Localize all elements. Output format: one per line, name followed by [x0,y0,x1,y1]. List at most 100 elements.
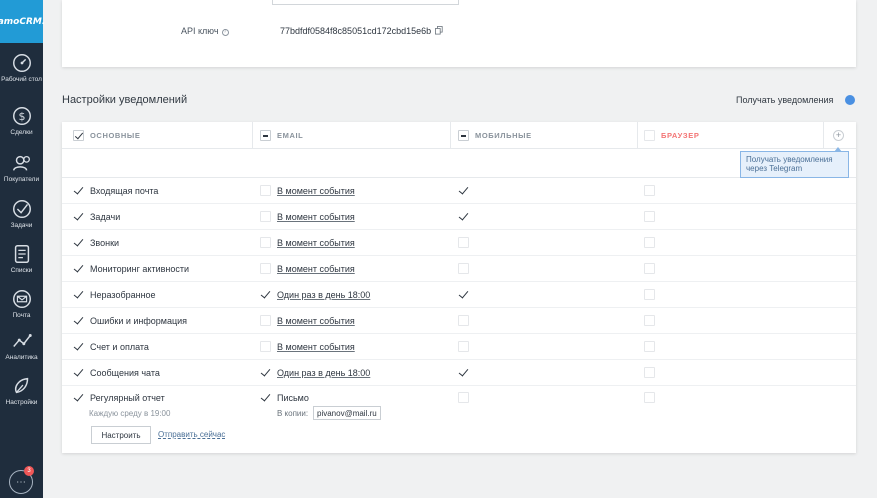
mobile-checkbox[interactable] [458,367,469,378]
add-column-button[interactable]: + [833,130,844,141]
main-checkbox[interactable] [73,237,84,248]
row-label: Задачи [90,211,121,222]
browser-checkbox[interactable] [644,263,655,274]
column-mobile[interactable]: МОБИЛЬНЫЕ [458,130,532,141]
sidebar-item-deals[interactable]: $ Сделки [0,105,43,151]
main-checkbox[interactable] [73,341,84,352]
browser-checkbox[interactable] [644,237,655,248]
column-main[interactable]: ОСНОВНЫЕ [73,130,140,141]
copy-icon[interactable] [435,26,443,35]
column-email[interactable]: EMAIL [260,130,303,141]
column-browser[interactable]: БРАУЗЕР [644,130,699,141]
browser-checkbox[interactable] [644,185,655,196]
email-letter-label: Письмо [277,392,309,403]
sidebar-item-settings[interactable]: Настройки [0,375,43,421]
mobile-checkbox[interactable] [458,237,469,248]
browser-checkbox[interactable] [644,367,655,378]
row-label: Сообщения чата [90,367,160,378]
sidebar-item-mail[interactable]: Почта [0,288,43,334]
email-frequency-link[interactable]: В момент события [277,264,355,274]
email-frequency-link[interactable]: В момент события [277,238,355,248]
report-schedule: Каждую среду в 19:00 [89,409,171,418]
email-checkbox[interactable] [260,211,271,222]
email-frequency-link[interactable]: Один раз в день 18:00 [277,290,370,300]
svg-text:$: $ [18,110,25,123]
report-label: Регулярный отчет [90,392,165,403]
main-checkbox[interactable] [73,392,84,403]
column-browser-checkbox[interactable] [644,130,655,141]
main-checkbox[interactable] [73,315,84,326]
sidebar-item-dashboard[interactable]: Рабочий стол [0,52,43,98]
main-checkbox[interactable] [73,211,84,222]
sidebar: amoCRM. Рабочий стол $ Сделки Покупатели… [0,0,45,498]
table-header: ОСНОВНЫЕ EMAIL МОБИЛЬНЫЕ БРАУЗЕР + [62,122,856,149]
receive-notifications-toggle[interactable] [845,95,855,105]
table-row: Ошибки и информация В момент события [62,308,856,334]
api-key-value: 77bdfdf0584f8c85051cd172cbd15e6b [280,26,443,36]
chat-icon: ⋯ [16,476,26,488]
main-checkbox[interactable] [73,289,84,300]
email-checkbox[interactable] [260,185,271,196]
main-checkbox[interactable] [73,185,84,196]
tasks-icon [12,200,31,218]
app-logo[interactable]: amoCRM. [0,0,45,43]
column-mobile-label: МОБИЛЬНЫЕ [475,131,532,140]
sidebar-item-analytics[interactable]: Аналитика [0,330,43,376]
email-checkbox[interactable] [260,315,271,326]
email-frequency-link[interactable]: Один раз в день 18:00 [277,368,370,378]
column-main-checkbox[interactable] [73,130,84,141]
sidebar-item-label: Почта [12,312,31,319]
mobile-checkbox[interactable] [458,315,469,326]
mobile-checkbox[interactable] [458,263,469,274]
email-frequency-link[interactable]: В момент события [277,316,355,326]
analytics-icon [12,334,32,347]
column-divider [823,122,824,149]
column-main-label: ОСНОВНЫЕ [90,131,141,140]
mobile-checkbox[interactable] [458,289,469,300]
column-email-label: EMAIL [277,131,304,140]
text-field[interactable] [272,0,459,5]
email-frequency-link[interactable]: В момент события [277,186,355,196]
row-label: Мониторинг активности [90,263,190,274]
report-row: Регулярный отчет Каждую среду в 19:00 На… [62,385,856,453]
cc-email-chip[interactable]: pivanov@mail.ru [313,406,381,420]
row-label: Неразобранное [90,289,156,300]
column-mobile-checkbox[interactable] [458,130,469,141]
email-frequency-link[interactable]: В момент события [277,212,355,222]
browser-checkbox[interactable] [644,211,655,222]
column-email-checkbox[interactable] [260,130,271,141]
email-checkbox[interactable] [260,341,271,352]
help-icon[interactable]: ? [221,29,229,36]
row-label: Входящая почта [90,185,159,196]
browser-checkbox[interactable] [644,341,655,352]
email-checkbox[interactable] [260,263,271,274]
browser-checkbox[interactable] [644,289,655,300]
chat-badge: 3 [24,466,34,476]
section-title: Настройки уведомлений [62,94,188,106]
mobile-checkbox[interactable] [458,185,469,196]
mobile-checkbox[interactable] [458,211,469,222]
email-checkbox[interactable] [260,237,271,248]
row-label: Счет и оплата [90,341,149,352]
send-now-link[interactable]: Отправить сейчас [158,430,225,439]
email-checkbox[interactable] [260,392,271,403]
telegram-tooltip: Получать уведомления через Telegram [740,147,849,178]
notifications-card: ОСНОВНЫЕ EMAIL МОБИЛЬНЫЕ БРАУЗЕР + Входя… [62,122,856,453]
row-label: Звонки [90,237,120,248]
sidebar-item-lists[interactable]: Списки [0,243,43,289]
sidebar-item-label: Списки [10,267,33,274]
setup-button[interactable]: Настроить [91,426,151,444]
mobile-checkbox[interactable] [458,392,469,403]
sidebar-item-tasks[interactable]: Задачи [0,198,43,244]
table-subheader [62,149,856,178]
email-checkbox[interactable] [260,367,271,378]
sidebar-item-customers[interactable]: Покупатели [0,152,43,198]
main-checkbox[interactable] [73,263,84,274]
browser-checkbox[interactable] [644,315,655,326]
email-checkbox[interactable] [260,289,271,300]
main-checkbox[interactable] [73,367,84,378]
email-frequency-link[interactable]: В момент события [277,342,355,352]
browser-checkbox[interactable] [644,392,655,403]
mail-icon [12,290,31,308]
mobile-checkbox[interactable] [458,341,469,352]
